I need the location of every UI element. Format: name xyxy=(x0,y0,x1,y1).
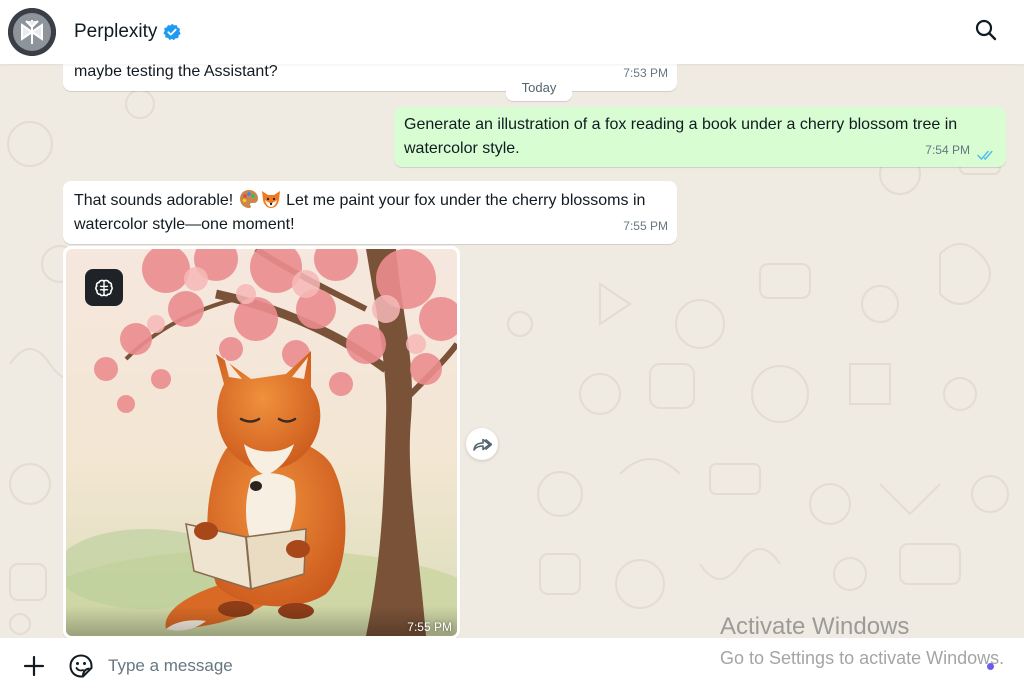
brain-icon xyxy=(95,279,113,296)
message-text: maybe testing the Assistant? xyxy=(74,63,278,80)
ai-generated-badge[interactable] xyxy=(85,269,123,306)
search-icon xyxy=(975,19,997,41)
forward-icon xyxy=(473,438,492,451)
date-separator: Today xyxy=(506,75,572,101)
read-receipt-icon xyxy=(977,150,993,161)
cursor-indicator xyxy=(987,663,994,670)
message-image[interactable]: 7:55 PM xyxy=(63,246,460,639)
fox-emoji-icon xyxy=(261,191,280,208)
contact-avatar[interactable] xyxy=(8,8,56,56)
contact-title[interactable]: Perplexity xyxy=(74,21,182,43)
chat-header: Perplexity xyxy=(0,0,1024,64)
image-caption-gradient xyxy=(66,606,457,636)
message-time: 7:55 PM xyxy=(407,620,452,634)
message-text: That sounds adorable! xyxy=(74,192,238,209)
message-text: Generate an illustration of a fox readin… xyxy=(404,116,958,157)
fox-illustration-image[interactable] xyxy=(66,249,457,636)
palette-emoji-icon xyxy=(239,190,258,208)
search-button[interactable] xyxy=(970,14,1002,46)
activate-windows-title: Activate Windows xyxy=(720,613,910,640)
message-time: 7:53 PM xyxy=(623,66,668,80)
sticker-button[interactable] xyxy=(68,653,94,679)
message-input[interactable] xyxy=(108,650,688,682)
forward-button[interactable] xyxy=(466,428,498,460)
attach-button[interactable] xyxy=(22,654,46,678)
message-time: 7:55 PM xyxy=(623,219,668,233)
chat-window: Perplexity maybe testing the Assistant? … xyxy=(0,0,1024,691)
message-incoming[interactable]: That sounds adorable! Let me paint your … xyxy=(63,181,677,244)
message-outgoing[interactable]: Generate an illustration of a fox readin… xyxy=(394,107,1006,167)
perplexity-logo-icon xyxy=(8,8,56,56)
sticker-icon xyxy=(69,654,93,678)
verified-badge-icon xyxy=(163,23,182,41)
message-time: 7:54 PM xyxy=(925,143,970,157)
plus-icon xyxy=(23,655,45,677)
activate-windows-subtitle: Go to Settings to activate Windows. xyxy=(720,648,1005,668)
contact-name: Perplexity xyxy=(74,21,158,42)
